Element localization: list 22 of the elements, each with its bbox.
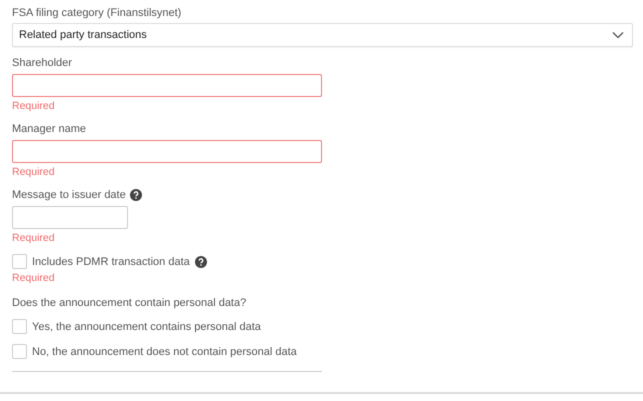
checkbox-label: No, the announcement does not contain personal data — [32, 346, 297, 358]
field-label: Manager name — [12, 122, 86, 136]
error-message: Required — [12, 232, 55, 245]
question-label: Does the announcement contain personal data? — [12, 296, 246, 310]
checkbox[interactable] — [12, 319, 27, 334]
category-dropdown[interactable]: Related party transactions — [12, 23, 633, 47]
checkbox-label: Includes PDMR transaction data — [32, 256, 190, 268]
checkbox[interactable] — [12, 254, 27, 269]
error-message: Required — [12, 100, 55, 113]
field-label: FSA filing category (Finanstilsynet) — [12, 6, 182, 20]
text-field[interactable] — [12, 140, 322, 163]
checkbox-label: Yes, the announcement contains personal data — [32, 320, 261, 332]
text-field[interactable] — [12, 74, 322, 97]
field-label: Shareholder — [12, 56, 72, 70]
field-label: Message to issuer date — [12, 188, 126, 202]
help-icon — [130, 189, 142, 201]
checkbox[interactable] — [12, 344, 27, 359]
error-message: Required — [12, 272, 55, 285]
chevron-down-icon — [612, 31, 624, 39]
error-message: Required — [12, 166, 55, 179]
date-field[interactable] — [12, 206, 128, 229]
help-icon — [194, 256, 207, 268]
